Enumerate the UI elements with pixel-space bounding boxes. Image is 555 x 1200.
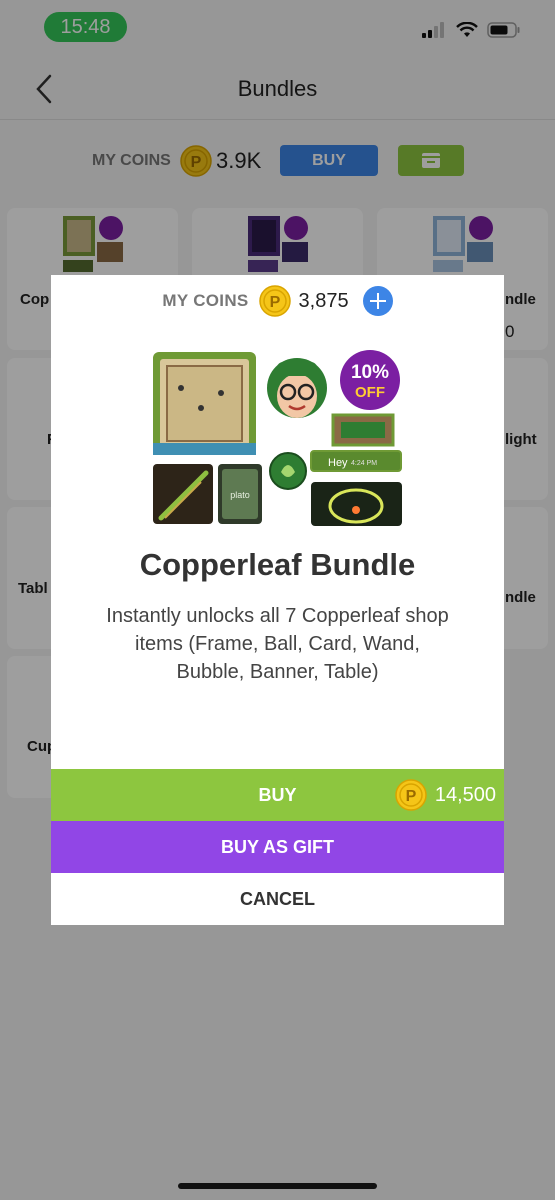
modal-coins-value: 3,875 — [298, 289, 349, 312]
bundle-preview-image: 10% OFF Hey 4:24 PM plato — [153, 350, 402, 526]
buy-price: P 14,500 — [395, 769, 496, 821]
modal-coins-row: MY COINS P 3,875 — [51, 285, 504, 317]
bundle-description: Instantly unlocks all 7 Copperleaf shop … — [106, 605, 449, 683]
card-plato-text: plato — [230, 490, 250, 500]
bubble-hey-text: Hey — [328, 457, 348, 469]
buy-label: BUY — [258, 785, 297, 805]
bubble-time-text: 4:24 PM — [351, 460, 377, 467]
cancel-button[interactable]: CANCEL — [51, 873, 504, 925]
home-indicator — [178, 1183, 377, 1189]
buy-as-gift-button[interactable]: BUY AS GIFT — [51, 821, 504, 873]
modal-my-coins-label: MY COINS — [162, 291, 249, 310]
discount-pct-text: 10% — [351, 362, 389, 383]
bundle-purchase-modal: MY COINS P 3,875 10% OFF Hey 4:24 PM pla… — [51, 275, 504, 925]
price-value: 14,500 — [434, 784, 496, 806]
svg-text:P: P — [269, 294, 280, 311]
bundle-title: Copperleaf Bundle — [139, 547, 416, 582]
add-coins-button[interactable] — [362, 286, 393, 316]
buy-bundle-button[interactable]: BUY P 14,500 — [51, 769, 504, 821]
coin-icon: P — [258, 285, 291, 317]
discount-off-text: OFF — [355, 384, 385, 401]
coin-icon: P — [395, 779, 427, 811]
svg-text:P: P — [405, 788, 416, 805]
